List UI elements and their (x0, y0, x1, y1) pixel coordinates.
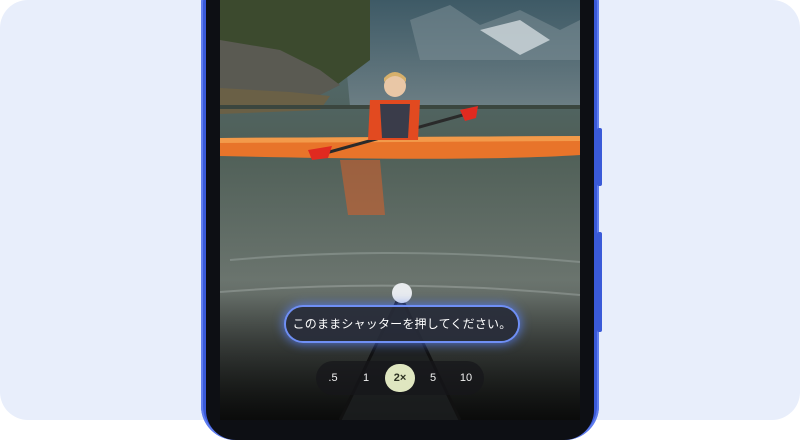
zoom-option-10[interactable]: 10 (452, 364, 480, 392)
zoom-option-05[interactable]: .5 (319, 364, 347, 392)
viewfinder-scene (220, 0, 580, 420)
volume-button (597, 232, 602, 332)
zoom-option-1[interactable]: 1 (352, 364, 380, 392)
zoom-option-2-active[interactable]: 2× (385, 364, 415, 392)
zoom-selector: .5 1 2× 5 10 (316, 361, 484, 395)
zoom-option-5[interactable]: 5 (419, 364, 447, 392)
power-button (597, 128, 602, 186)
camera-viewfinder[interactable] (220, 0, 580, 420)
hint-toast: このままシャッターを押してください。 (286, 307, 518, 341)
